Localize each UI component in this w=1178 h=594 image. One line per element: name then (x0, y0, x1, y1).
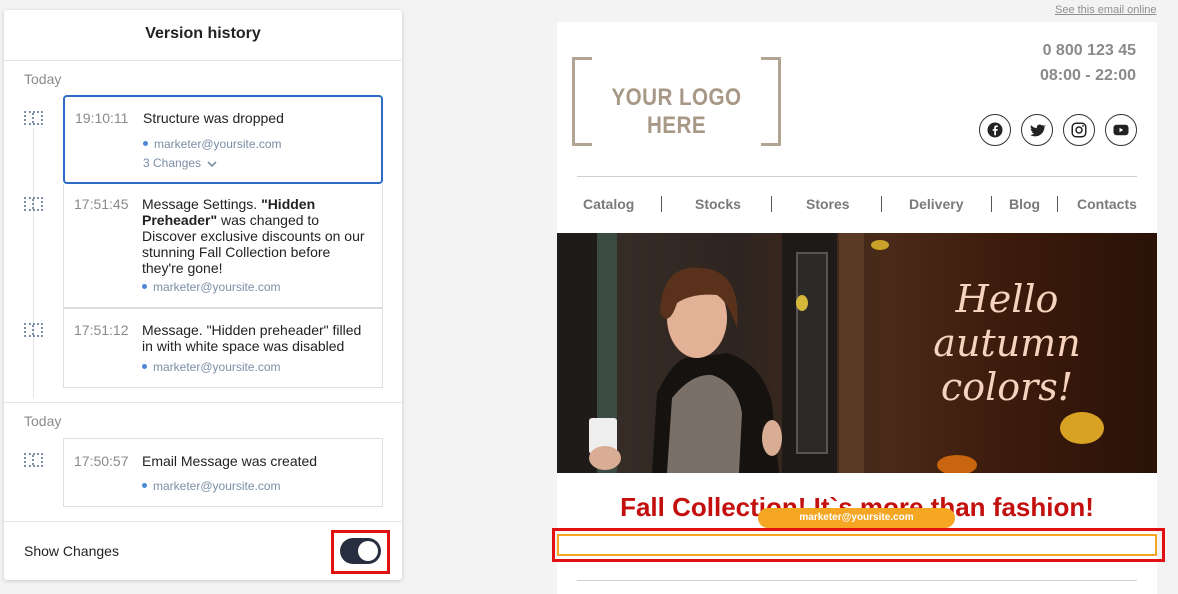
nav-contacts[interactable]: Contacts (1077, 196, 1137, 212)
email-icon (24, 453, 43, 467)
nav-separator (881, 196, 882, 212)
email-nav: Catalog Stocks Stores Delivery Blog Cont… (577, 196, 1137, 216)
entry-description: Structure was dropped (143, 110, 284, 126)
entry-user: marketer@yoursite.com (142, 479, 281, 493)
banner-line: Hello (955, 277, 1059, 321)
phone-number: 0 800 123 45 (1042, 42, 1136, 59)
see-online-link[interactable]: See this email online (1055, 4, 1157, 16)
entry-description: Message. "Hidden preheader" filled in wi… (142, 322, 362, 354)
group-divider (4, 402, 402, 403)
nav-delivery[interactable]: Delivery (909, 196, 963, 212)
nav-separator (771, 196, 772, 212)
banner-line: autumn (933, 321, 1081, 365)
nav-stores[interactable]: Stores (806, 196, 850, 212)
hero-banner-image: Hello autumn colors! (557, 233, 1157, 473)
show-changes-label: Show Changes (24, 543, 119, 559)
working-hours: 08:00 - 22:00 (1039, 67, 1136, 84)
settings-icon (24, 197, 43, 211)
facebook-icon[interactable] (979, 114, 1011, 146)
entry-user: marketer@yoursite.com (142, 280, 281, 294)
entry-time: 17:51:45 (74, 196, 129, 212)
footer-divider (4, 521, 402, 522)
history-entry[interactable]: 17:50:57 Email Message was created marke… (63, 438, 383, 507)
version-history-panel: Version history Today 19:10:11 Structure… (4, 10, 402, 580)
instagram-icon[interactable] (1063, 114, 1095, 146)
nav-separator (661, 196, 662, 212)
structure-icon (24, 111, 43, 125)
logo-text: YOUR LOGO HERE (611, 84, 742, 139)
entry-description: Email Message was created (142, 453, 318, 469)
nav-blog[interactable]: Blog (1009, 196, 1040, 212)
entry-user: marketer@yoursite.com (143, 137, 282, 151)
nav-separator (1057, 196, 1058, 212)
entry-time: 17:50:57 (74, 453, 129, 469)
toggle-knob (358, 541, 378, 561)
nav-catalog[interactable]: Catalog (583, 196, 634, 212)
changes-count: 3 Changes (143, 156, 202, 170)
banner-headline: Hello autumn colors! (927, 277, 1087, 409)
twitter-icon[interactable] (1021, 114, 1053, 146)
nav-stocks[interactable]: Stocks (695, 196, 741, 212)
entry-user: marketer@yoursite.com (142, 360, 281, 374)
entry-time: 19:10:11 (75, 110, 129, 126)
changes-toggle[interactable]: 3 Changes (143, 156, 217, 170)
history-entry[interactable]: 17:51:12 Message. "Hidden preheader" fil… (63, 308, 383, 388)
banner-line: colors! (940, 365, 1074, 409)
timeline-line (33, 128, 34, 398)
panel-title: Version history (4, 10, 402, 61)
nav-separator (991, 196, 992, 212)
content-divider (577, 580, 1137, 581)
changed-block-highlight (552, 528, 1165, 562)
entry-description: Message Settings. "Hidden Preheader" was… (142, 196, 372, 276)
email-preview: YOUR LOGO HERE 0 800 123 45 08:00 - 22:0… (557, 22, 1157, 594)
message-icon (24, 323, 43, 337)
logo: YOUR LOGO HERE (572, 57, 781, 146)
group-label-today: Today (24, 71, 62, 87)
entry-time: 17:51:12 (74, 322, 129, 338)
header-divider (577, 176, 1137, 177)
history-entry-active[interactable]: 19:10:11 Structure was dropped marketer@… (63, 95, 383, 184)
desc-prefix: Message Settings. (142, 196, 262, 212)
group-label-today: Today (24, 413, 62, 429)
youtube-icon[interactable] (1105, 114, 1137, 146)
editing-user-badge: marketer@yoursite.com (758, 508, 955, 528)
show-changes-toggle[interactable] (340, 538, 381, 564)
history-entry[interactable]: 17:51:45 Message Settings. "Hidden Prehe… (63, 184, 383, 308)
chevron-down-icon (207, 161, 217, 168)
